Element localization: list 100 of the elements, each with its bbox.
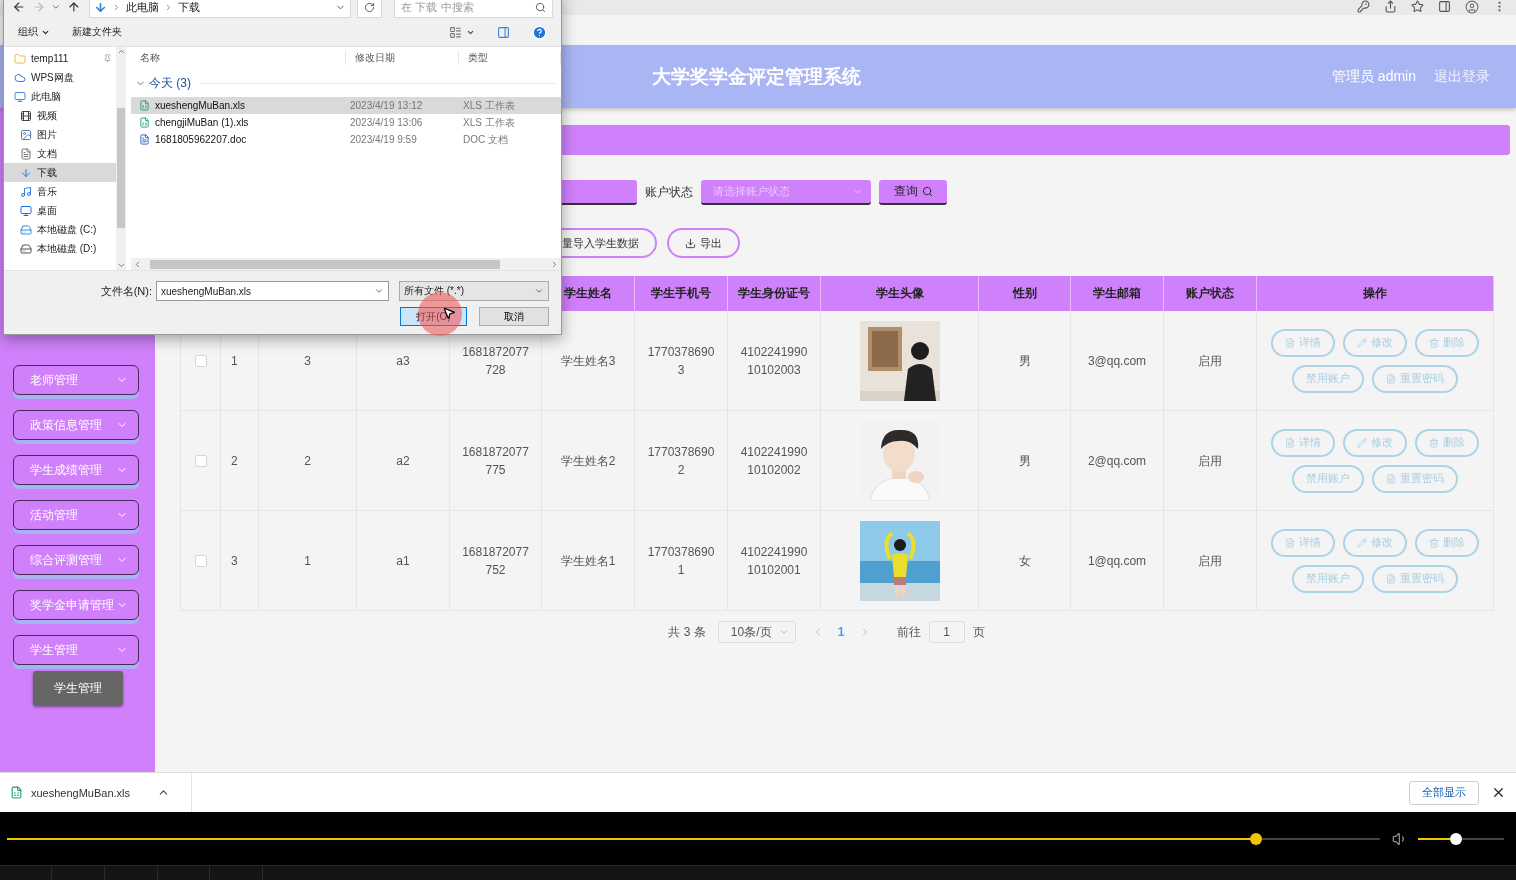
nav-item[interactable]: 下载 xyxy=(4,163,116,182)
goto-page-field[interactable]: 1 xyxy=(928,621,965,643)
organize-menu[interactable]: 组织 xyxy=(18,25,50,39)
profile-icon[interactable] xyxy=(1465,0,1479,14)
film-icon xyxy=(20,109,32,122)
download-icon xyxy=(20,166,32,179)
table-cell-text: 3@qq.com xyxy=(1087,352,1147,370)
query-button[interactable]: 查询 xyxy=(879,180,947,205)
address-bar[interactable]: 此电脑 下载 xyxy=(88,0,351,18)
scrollbar[interactable] xyxy=(131,258,561,270)
nav-item[interactable]: 本地磁盘 (D:) xyxy=(4,239,116,258)
progress-slider[interactable] xyxy=(7,832,1380,845)
help-icon[interactable] xyxy=(532,24,547,40)
table-cell-text: 3 xyxy=(304,352,311,370)
download-file-name[interactable]: xueshengMuBan.xls xyxy=(31,786,149,799)
sidebar-subitem[interactable]: 学生管理 xyxy=(33,671,123,705)
spreadsheet-file-icon xyxy=(139,100,150,111)
download-icon xyxy=(93,0,107,14)
key-icon[interactable] xyxy=(1357,0,1370,13)
column-header[interactable]: 名称 xyxy=(131,51,346,65)
nav-item[interactable]: WPS网盘 xyxy=(4,68,116,87)
nav-item[interactable]: 视频 xyxy=(4,106,116,125)
scroll-right-icon[interactable] xyxy=(550,259,559,269)
star-icon[interactable] xyxy=(1411,0,1424,13)
file-row[interactable]: xueshengMuBan.xls 2023/4/19 13:12 XLS 工作表 xyxy=(131,97,561,114)
goto-label: 前往 xyxy=(896,623,921,641)
table-cell-text: 学生姓名1 xyxy=(560,552,616,570)
nav-item[interactable]: 桌面 xyxy=(4,201,116,220)
nav-item[interactable]: 音乐 xyxy=(4,182,116,201)
file-type: DOC 文档 xyxy=(462,132,509,147)
table-cell-text: 男 xyxy=(1018,452,1031,470)
preview-pane-icon[interactable] xyxy=(497,25,510,39)
show-all-button[interactable]: 全部显示 xyxy=(1409,780,1479,805)
nav-item[interactable]: 本地磁盘 (C:) xyxy=(4,220,116,239)
column-header: 账户状态 xyxy=(1164,276,1257,311)
column-header[interactable]: 修改日期 xyxy=(346,51,459,65)
table-cell-text: 410224199010102002 xyxy=(739,443,809,479)
filename-field[interactable]: xueshengMuBan.xls xyxy=(156,281,389,301)
field-label: 文件名(N): xyxy=(100,283,152,299)
scroll-left-icon[interactable] xyxy=(133,259,142,269)
up-icon[interactable] xyxy=(67,0,81,14)
pencil-icon xyxy=(1357,437,1367,448)
drive-icon xyxy=(20,242,32,255)
nav-item[interactable]: 此电脑 xyxy=(4,87,116,106)
page-size-select[interactable]: 10条/页 xyxy=(717,621,796,643)
file-date: 2023/4/19 9:59 xyxy=(349,134,418,145)
cloud-icon xyxy=(14,71,26,84)
table-cell-text: 女 xyxy=(1018,552,1031,570)
table-cell-text: 2@qq.com xyxy=(1087,452,1147,470)
music-icon xyxy=(20,185,32,198)
table-cell-text: a3 xyxy=(396,352,410,370)
group-header: 今天 (3) xyxy=(149,74,191,92)
nav-item[interactable]: 文档 xyxy=(4,144,116,163)
scroll-up-icon[interactable] xyxy=(116,47,126,56)
file-row[interactable]: 1681805962207.doc 2023/4/19 9:59 DOC 文档 xyxy=(131,131,561,148)
row-checkbox[interactable] xyxy=(194,354,207,367)
column-header: 学生邮箱 xyxy=(1071,276,1164,311)
table-cell-text: 学生姓名2 xyxy=(560,452,616,470)
file-name: 1681805962207.doc xyxy=(155,134,247,145)
file-type: XLS 工作表 xyxy=(462,115,516,130)
path-segment[interactable]: 此电脑 xyxy=(125,0,159,15)
table-cell-text: 17703786902 xyxy=(646,443,716,479)
file-date: 2023/4/19 13:12 xyxy=(349,100,424,111)
export-button[interactable]: 导出 xyxy=(667,228,740,258)
table-cell-text: 启用 xyxy=(1198,452,1222,470)
folder-icon xyxy=(14,52,26,65)
table-cell-text: 2 xyxy=(304,452,311,470)
scroll-down-icon[interactable] xyxy=(116,261,126,270)
download-icon xyxy=(685,237,696,249)
view-icon[interactable] xyxy=(449,25,462,39)
file-type-select[interactable]: 所有文件 (*.*) xyxy=(399,281,549,301)
volume-slider[interactable] xyxy=(1418,832,1504,845)
table-cell-text: 410224199010102003 xyxy=(739,343,809,379)
user-name: 管理员 admin xyxy=(1331,67,1416,86)
new-folder-button[interactable]: 新建文件夹 xyxy=(72,25,122,39)
nav-item[interactable]: temp111 xyxy=(4,49,116,68)
caret-icon xyxy=(374,286,384,296)
nav-item[interactable]: 图片 xyxy=(4,125,116,144)
file-row[interactable]: chengjiMuBan (1).xls 2023/4/19 13:06 XLS 工作表 xyxy=(131,114,561,131)
table-cell-text: 17703786903 xyxy=(646,343,716,379)
spreadsheet-file-icon xyxy=(139,117,150,128)
refresh-button[interactable] xyxy=(356,0,383,18)
side-panel-icon[interactable] xyxy=(1438,0,1451,13)
close-icon[interactable] xyxy=(1491,785,1506,800)
document-icon xyxy=(1285,337,1295,348)
column-header: 操作 xyxy=(1257,276,1494,311)
share-icon[interactable] xyxy=(1384,0,1397,13)
column-header: 性别 xyxy=(979,276,1071,311)
table-cell-text: a2 xyxy=(396,452,410,470)
row-checkbox[interactable] xyxy=(194,454,207,467)
back-icon[interactable] xyxy=(12,0,26,14)
column-header[interactable]: 类型 xyxy=(459,51,561,65)
row-checkbox[interactable] xyxy=(194,554,207,567)
path-segment[interactable]: 下载 xyxy=(177,0,200,15)
trash-icon xyxy=(1429,537,1439,548)
scrollbar[interactable] xyxy=(116,47,126,270)
cancel-button[interactable]: 取消 xyxy=(479,307,549,326)
word-file-icon xyxy=(139,134,150,145)
file-type: XLS 工作表 xyxy=(462,98,516,113)
table-cell-text: 1681872077752 xyxy=(461,543,530,579)
